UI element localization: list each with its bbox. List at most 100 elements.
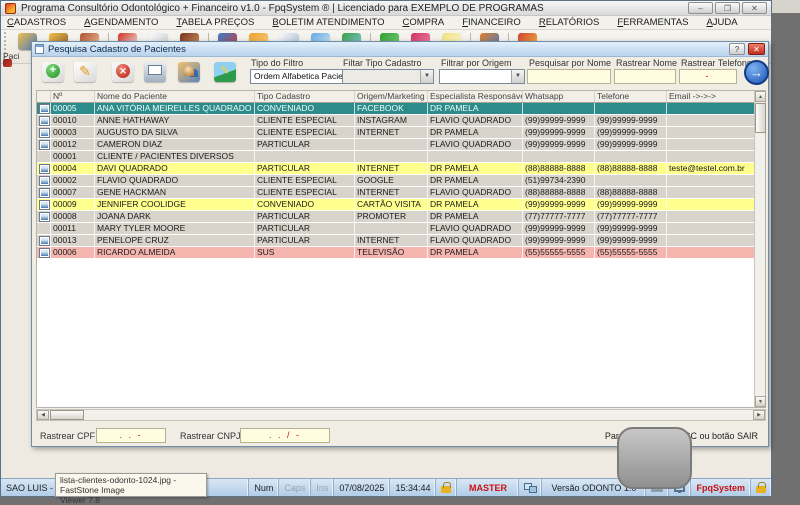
table-row[interactable]: 00006 RICARDO ALMEIDA SUS TELEVISÃO DR P…	[37, 247, 756, 259]
column-origem[interactable]: Origem/Marketing	[355, 91, 428, 102]
scroll-left-icon[interactable]: ◀	[37, 410, 49, 420]
cell-whatsapp: (99)99999-9999	[523, 139, 595, 150]
table-body: 00005 ANA VITÓRIA MEIRELLES QUADRADO CON…	[37, 103, 756, 259]
rastrear-cpf-input[interactable]: . . -	[96, 428, 166, 443]
cell-nome: ANA VITÓRIA MEIRELLES QUADRADO	[95, 103, 255, 114]
photo-icon	[40, 141, 49, 149]
cell-num: 00013	[51, 235, 95, 246]
menu-item-financeiro[interactable]: FINANCEIRO	[462, 17, 521, 28]
cell-origem: GOOGLE	[355, 175, 428, 186]
cell-whatsapp: (99)99999-9999	[523, 223, 595, 234]
cell-origem: INTERNET	[355, 163, 428, 174]
cell-especialista: DR PAMELA	[428, 199, 523, 210]
menu-item-cadastros[interactable]: CADASTROS	[7, 17, 66, 28]
contacts-button[interactable]	[178, 62, 200, 82]
cell-telefone: (99)99999-9999	[595, 223, 667, 234]
dialog-icon	[35, 44, 44, 54]
cell-nome: PENELOPE CRUZ	[95, 235, 255, 246]
table-row[interactable]: 00004 DAVI QUADRADO PARTICULAR INTERNET …	[37, 163, 756, 175]
table-row[interactable]: 00013 PENELOPE CRUZ PARTICULAR INTERNET …	[37, 235, 756, 247]
status-date: 07/08/2025	[334, 479, 390, 496]
scroll-up-icon[interactable]: ▲	[755, 91, 766, 102]
scroll-right-icon[interactable]: ▶	[753, 410, 765, 420]
cell-whatsapp: (99)99999-9999	[523, 127, 595, 138]
delete-patient-button[interactable]	[112, 62, 134, 82]
cell-nome: ANNE HATHAWAY	[95, 115, 255, 126]
cell-tipo	[255, 151, 355, 162]
dialog-close-button[interactable]: ✕	[748, 43, 765, 55]
cell-email	[667, 211, 756, 222]
cell-telefone: (77)77777-7777	[595, 211, 667, 222]
rastrear-cnpj-input[interactable]: . . / -	[240, 428, 330, 443]
column-telefone[interactable]: Telefone	[595, 91, 667, 102]
vertical-scrollbar[interactable]: ▲ ▼	[754, 91, 765, 407]
cell-especialista: FLAVIO QUADRADO	[428, 235, 523, 246]
vscroll-thumb[interactable]	[755, 103, 766, 133]
chevron-down-icon[interactable]: ▼	[420, 70, 433, 83]
titlebar: Programa Consultório Odontológico + Fina…	[1, 1, 771, 16]
cell-telefone: (88)88888-8888	[595, 163, 667, 174]
cell-origem: INTERNET	[355, 187, 428, 198]
table-row[interactable]: 00009 JENNIFER COOLIDGE CONVENIADO CARTÃ…	[37, 199, 756, 211]
chevron-down-icon[interactable]: ▼	[511, 70, 524, 83]
restore-button[interactable]: ❐	[715, 2, 740, 14]
column-nome[interactable]: Nome do Paciente	[95, 91, 255, 102]
print-button[interactable]	[144, 62, 166, 82]
filtrar-tipo-select[interactable]: ▼	[342, 69, 434, 84]
menu-item-tabela-pre-os[interactable]: TABELA PREÇOS	[176, 17, 254, 28]
menu-item-boletim-atendimento[interactable]: BOLETIM ATENDIMENTO	[272, 17, 384, 28]
status-time: 15:34:44	[390, 479, 436, 496]
photo-icon	[40, 189, 49, 197]
table-row[interactable]: 00001 CLIENTE / PACIENTES DIVERSOS	[37, 151, 756, 163]
add-patient-button[interactable]	[42, 62, 64, 82]
menu-item-compra[interactable]: COMPRA	[402, 17, 444, 28]
cell-tipo: CONVENIADO	[255, 103, 355, 114]
dialog-pesquisa-pacientes: Pesquisa Cadastro de Pacientes ? ✕ ✎ Tip…	[31, 41, 769, 447]
scroll-down-icon[interactable]: ▼	[755, 396, 766, 407]
cell-nome: CAMERON DIAZ	[95, 139, 255, 150]
tooltip-line1: lista-clientes-odonto-1024.jpg - FastSto…	[60, 475, 202, 495]
table-row[interactable]: 00002 FLAVIO QUADRADO CLIENTE ESPECIAL G…	[37, 175, 756, 187]
rastrear-telefone-input[interactable]: -	[679, 69, 737, 84]
menu-item-ferramentas[interactable]: FERRAMENTAS	[617, 17, 688, 28]
window-title: Programa Consultório Odontológico + Fina…	[21, 3, 544, 14]
table-row[interactable]: 00012 CAMERON DIAZ PARTICULAR FLAVIO QUA…	[37, 139, 756, 151]
cell-tipo: CLIENTE ESPECIAL	[255, 175, 355, 186]
rastrear-nome-input[interactable]	[614, 69, 676, 84]
cell-whatsapp: (99)99999-9999	[523, 235, 595, 246]
column-email[interactable]: Email ->->->	[667, 91, 756, 102]
column-num[interactable]: Nº	[51, 91, 95, 102]
exit-island-button[interactable]	[214, 62, 236, 82]
cell-whatsapp	[523, 151, 595, 162]
menu-item-agendamento[interactable]: AGENDAMENTO	[84, 17, 158, 28]
dialog-titlebar[interactable]: Pesquisa Cadastro de Pacientes ? ✕	[32, 42, 768, 57]
minimize-button[interactable]: –	[688, 2, 713, 14]
close-button[interactable]: ✕	[742, 2, 767, 14]
hscroll-thumb[interactable]	[50, 410, 84, 420]
cell-num: 00002	[51, 175, 95, 186]
column-whatsapp[interactable]: Whatsapp	[523, 91, 595, 102]
dialog-help-button[interactable]: ?	[729, 43, 745, 55]
cell-num: 00005	[51, 103, 95, 114]
faststone-overlay	[617, 427, 692, 489]
table-row[interactable]: 00007 GENE HACKMAN CLIENTE ESPECIAL INTE…	[37, 187, 756, 199]
cell-email	[667, 187, 756, 198]
table-row[interactable]: 00003 AUGUSTO DA SILVA CLIENTE ESPECIAL …	[37, 127, 756, 139]
table-row[interactable]: 00005 ANA VITÓRIA MEIRELLES QUADRADO CON…	[37, 103, 756, 115]
pesquisar-nome-input[interactable]	[527, 69, 611, 84]
search-go-button[interactable]: →	[744, 60, 769, 85]
cell-tipo: PARTICULAR	[255, 211, 355, 222]
table-header: Nº Nome do Paciente Tipo Cadastro Origem…	[37, 91, 756, 103]
horizontal-scrollbar[interactable]: ◀ ▶	[36, 409, 766, 421]
table-row[interactable]: 00010 ANNE HATHAWAY CLIENTE ESPECIAL INS…	[37, 115, 756, 127]
column-tipo[interactable]: Tipo Cadastro	[255, 91, 355, 102]
column-especialista[interactable]: Especialista Responsável	[428, 91, 523, 102]
table-row[interactable]: 00011 MARY TYLER MOORE PARTICULAR FLAVIO…	[37, 223, 756, 235]
filtrar-origem-select[interactable]: ▼	[439, 69, 525, 84]
cell-num: 00004	[51, 163, 95, 174]
menu-item-relat-rios[interactable]: RELATÓRIOS	[539, 17, 600, 28]
cell-email	[667, 139, 756, 150]
table-row[interactable]: 00008 JOANA DARK PARTICULAR PROMOTER DR …	[37, 211, 756, 223]
menu-item-ajuda[interactable]: AJUDA	[706, 17, 737, 28]
edit-patient-button[interactable]: ✎	[74, 62, 96, 82]
